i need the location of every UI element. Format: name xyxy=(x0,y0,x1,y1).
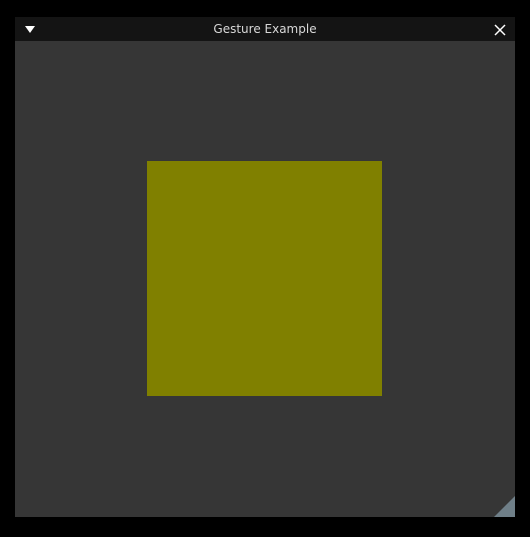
collapse-icon[interactable] xyxy=(23,22,37,36)
gesture-example-window: Gesture Example xyxy=(15,17,515,517)
window-titlebar[interactable]: Gesture Example xyxy=(15,17,515,41)
close-icon[interactable] xyxy=(493,22,507,36)
gesture-square[interactable] xyxy=(147,161,382,396)
resize-grip-icon[interactable] xyxy=(494,496,515,517)
window-content xyxy=(15,41,515,517)
window-title: Gesture Example xyxy=(213,22,317,36)
